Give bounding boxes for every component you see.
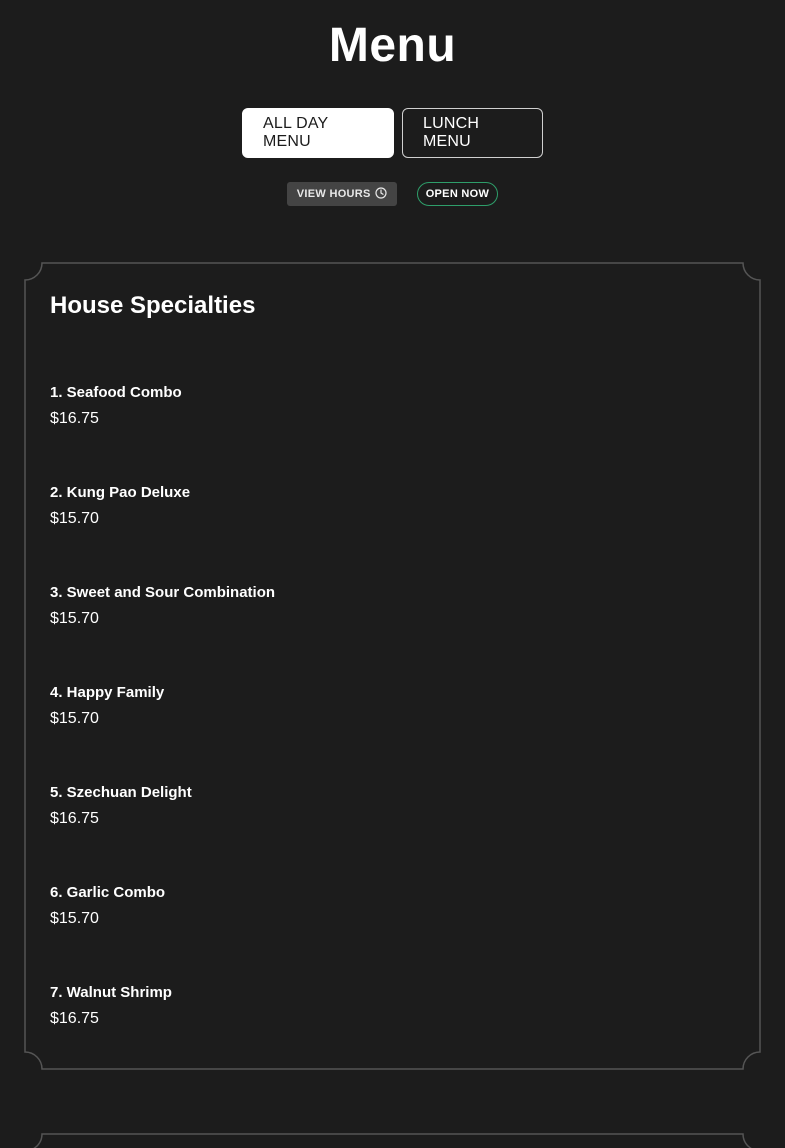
status-badge: OPEN NOW — [416, 182, 499, 206]
menu-item-price: $15.70 — [50, 710, 99, 727]
menu-item-name: 3. Sweet and Sour Combination — [50, 584, 276, 601]
view-hours-label: VIEW HOURS — [296, 188, 371, 200]
menu-item-price: $16.75 — [50, 810, 99, 827]
menu-item-price: $15.70 — [50, 610, 99, 627]
menu-item[interactable]: 3. Sweet and Sour Combination $15.70 — [50, 584, 275, 628]
menu-item-name: 1. Seafood Combo — [50, 384, 182, 401]
clock-icon — [375, 186, 387, 202]
menu-item[interactable]: 1. Seafood Combo $16.75 — [50, 384, 182, 428]
menu-item-name: 4. Happy Family — [50, 684, 165, 701]
page-title: Menu — [328, 19, 457, 72]
menu-item-name: 5. Szechuan Delight — [50, 784, 192, 801]
menu-item-price: $15.70 — [50, 910, 99, 927]
menu-item-name: 7. Walnut Shrimp — [50, 984, 172, 1001]
status-bar: VIEW HOURS OPEN NOW — [0, 182, 785, 206]
card-frame-top — [33, 1133, 752, 1148]
menu-item[interactable]: 5. Szechuan Delight $16.75 — [50, 784, 192, 828]
menu-item-price: $15.70 — [50, 510, 99, 527]
section-title: House Specialties — [50, 292, 256, 319]
next-section-card — [24, 1133, 761, 1148]
menu-item[interactable]: 6. Garlic Combo $15.70 — [50, 884, 165, 928]
menu-tabs: ALL DAY MENU LUNCH MENU — [0, 108, 785, 158]
menu-item-name: 6. Garlic Combo — [50, 884, 166, 901]
menu-item[interactable]: 2. Kung Pao Deluxe $15.70 — [50, 484, 190, 528]
menu-page: Menu ALL DAY MENU LUNCH MENU VIEW HOURS … — [0, 0, 785, 1148]
view-hours-button[interactable]: VIEW HOURS — [286, 182, 397, 206]
menu-item[interactable]: 4. Happy Family $15.70 — [50, 684, 164, 728]
menu-item-price: $16.75 — [50, 410, 99, 427]
menu-item-name: 2. Kung Pao Deluxe — [50, 484, 191, 501]
tab-lunch-menu[interactable]: LUNCH MENU — [402, 108, 543, 158]
menu-item[interactable]: 7. Walnut Shrimp $16.75 — [50, 984, 172, 1028]
menu-item-price: $16.75 — [50, 1010, 99, 1027]
menu-section-card: House Specialties 1. Seafood Combo $16.7… — [24, 262, 761, 1070]
tab-all-day-menu[interactable]: ALL DAY MENU — [242, 108, 394, 158]
